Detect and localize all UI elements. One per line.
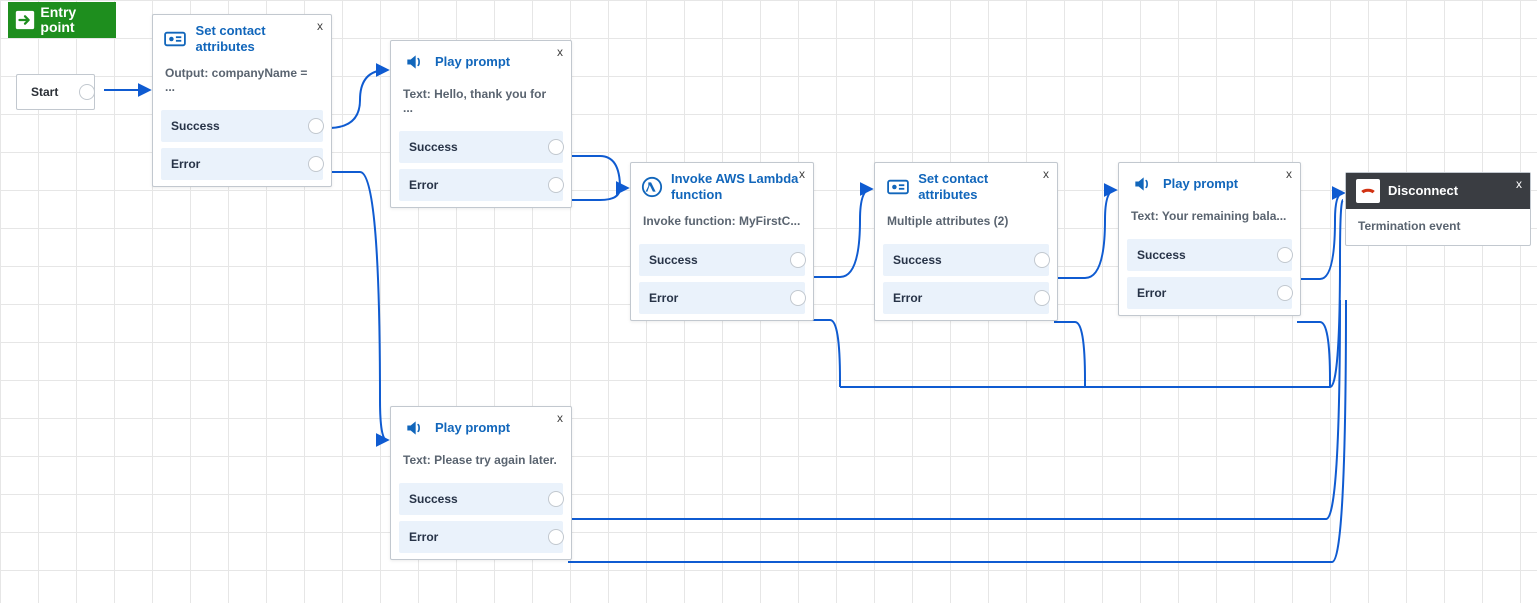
output-port[interactable] [548,177,564,193]
node-subtitle: Multiple attributes (2) [875,208,1057,238]
node-title: Play prompt [1163,176,1238,192]
node-subtitle: Text: Please try again later. [391,447,571,477]
speaker-icon [1129,171,1155,197]
output-port[interactable] [1034,290,1050,306]
outcome-label: Error [893,291,922,305]
outcome-label: Error [409,178,438,192]
phone-hangup-icon [1356,179,1380,203]
invoke-lambda-node[interactable]: Invoke AWS Lambda function x Invoke func… [630,162,814,321]
outcome-success[interactable]: Success [399,483,563,515]
node-subtitle: Termination event [1346,209,1530,245]
outcome-label: Success [171,119,220,133]
outcome-success[interactable]: Success [1127,239,1292,271]
node-title: Play prompt [435,54,510,70]
close-icon[interactable]: x [557,45,563,59]
play-prompt-hello-node[interactable]: Play prompt x Text: Hello, thank you for… [390,40,572,208]
output-port[interactable] [790,290,806,306]
disconnect-node[interactable]: Disconnect x Termination event [1345,172,1531,246]
outcome-label: Success [409,140,458,154]
node-title: Disconnect [1388,183,1458,199]
entry-arrow-icon [14,7,36,33]
outcome-success[interactable]: Success [639,244,805,276]
outcome-error[interactable]: Error [399,521,563,553]
close-icon[interactable]: x [1286,167,1292,181]
close-icon[interactable]: x [557,411,563,425]
close-icon[interactable]: x [1043,167,1049,181]
outcome-label: Success [1137,248,1186,262]
set-contact-attributes-node-1[interactable]: Set contact attributes x Output: company… [152,14,332,187]
outcome-error[interactable]: Error [883,282,1049,314]
node-subtitle: Invoke function: MyFirstC... [631,208,813,238]
output-port[interactable] [308,118,324,134]
speaker-icon [401,415,427,441]
output-port[interactable] [548,491,564,507]
start-node[interactable]: Start [16,74,95,110]
outcome-label: Success [893,253,942,267]
node-subtitle: Output: companyName = ... [153,60,331,104]
output-port[interactable] [548,529,564,545]
start-output-port[interactable] [79,84,95,100]
contact-attributes-icon [163,26,188,52]
node-title: Set contact attributes [918,171,1047,202]
outcome-success[interactable]: Success [399,131,563,163]
play-prompt-balance-node[interactable]: Play prompt x Text: Your remaining bala.… [1118,162,1301,316]
close-icon[interactable]: x [317,19,323,33]
output-port[interactable] [308,156,324,172]
start-label: Start [31,85,58,99]
outcome-error[interactable]: Error [639,282,805,314]
output-port[interactable] [790,252,806,268]
entry-point-label: Entry point [40,5,104,36]
node-subtitle: Text: Your remaining bala... [1119,203,1300,233]
output-port[interactable] [1034,252,1050,268]
output-port[interactable] [1277,247,1293,263]
outcome-label: Error [171,157,200,171]
node-title: Invoke AWS Lambda function [671,171,803,202]
node-title: Set contact attributes [196,23,321,54]
contact-attributes-icon [885,174,910,200]
outcome-label: Error [409,530,438,544]
node-subtitle: Text: Hello, thank you for ... [391,81,571,125]
outcome-success[interactable]: Success [161,110,323,142]
outcome-label: Error [649,291,678,305]
outcome-error[interactable]: Error [1127,277,1292,309]
outcome-label: Success [649,253,698,267]
outcome-success[interactable]: Success [883,244,1049,276]
close-icon[interactable]: x [799,167,805,181]
outcome-label: Error [1137,286,1166,300]
output-port[interactable] [548,139,564,155]
lambda-icon [641,174,663,200]
node-title: Play prompt [435,420,510,436]
outcome-error[interactable]: Error [399,169,563,201]
output-port[interactable] [1277,285,1293,301]
entry-point-node[interactable]: Entry point [8,2,116,38]
set-contact-attributes-node-2[interactable]: Set contact attributes x Multiple attrib… [874,162,1058,321]
outcome-label: Success [409,492,458,506]
close-icon[interactable]: x [1516,177,1522,191]
speaker-icon [401,49,427,75]
outcome-error[interactable]: Error [161,148,323,180]
play-prompt-retry-node[interactable]: Play prompt x Text: Please try again lat… [390,406,572,560]
